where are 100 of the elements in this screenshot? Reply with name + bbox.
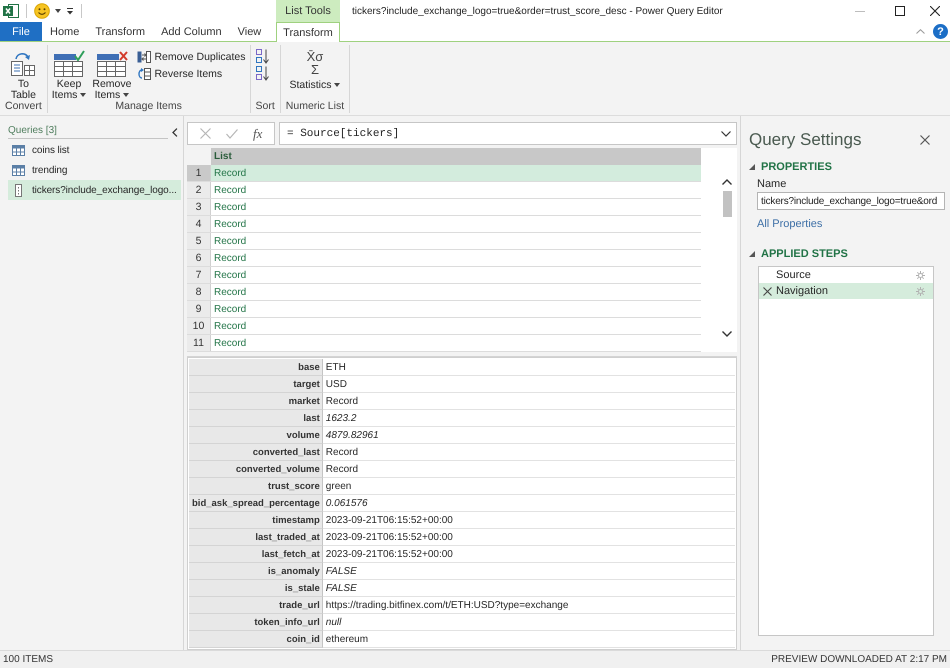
applied-step[interactable]: Source <box>759 267 933 283</box>
queries-heading: Queries [3] <box>8 125 168 139</box>
ribbon-button[interactable]: Reverse Items <box>135 65 248 82</box>
sort-ascending-icon[interactable] <box>256 49 270 64</box>
record-link[interactable]: Record <box>211 182 246 198</box>
field-value: 4879.82961 <box>322 427 735 444</box>
list-row[interactable]: 11 Record <box>187 335 701 352</box>
ribbon-tab[interactable]: Home <box>42 22 88 41</box>
customize-toolbar-icon[interactable] <box>66 7 74 15</box>
query-item[interactable]: tickers?include_exchange_logo... <box>8 180 181 200</box>
row-number: 2 <box>187 182 211 198</box>
record-link[interactable]: Record <box>211 250 246 266</box>
scroll-down-icon[interactable] <box>722 331 732 337</box>
help-button[interactable]: ? <box>933 24 948 39</box>
collapse-pane-icon[interactable] <box>172 128 178 136</box>
close-icon[interactable] <box>930 6 940 16</box>
field-name: bid_ask_spread_percentage <box>189 495 323 512</box>
list-row[interactable]: 8 Record <box>187 284 701 301</box>
collapse-triangle-icon[interactable] <box>749 251 755 257</box>
ribbon-button[interactable]: X̄σ Σ Statistics <box>282 48 348 91</box>
smiley-icon[interactable] <box>34 3 50 19</box>
preview-status: PREVIEW DOWNLOADED AT 2:17 PM <box>771 654 947 665</box>
ribbon-group-label: Convert <box>4 100 43 113</box>
delete-step-icon[interactable] <box>763 286 772 296</box>
table-icon <box>12 164 25 176</box>
row-number: 10 <box>187 318 211 334</box>
scrollbar-thumb[interactable] <box>722 191 732 217</box>
chevron-down-icon[interactable] <box>721 130 731 136</box>
maximize-icon[interactable] <box>895 6 905 16</box>
collapse-ribbon-icon[interactable] <box>916 29 925 34</box>
field-value: https://trading.bitfinex.com/t/ETH:USD?type=exchange <box>322 597 735 614</box>
field-value: 2023-09-21T06:15:52+00:00 <box>322 546 735 563</box>
keep-rows-icon <box>53 50 86 78</box>
collapse-triangle-icon[interactable] <box>749 164 755 170</box>
field-value: FALSE <box>322 563 735 580</box>
applied-step[interactable]: Navigation <box>759 283 933 299</box>
list-row[interactable]: 1 Record <box>187 165 701 182</box>
window-title: tickers?include_exchange_logo=true&order=trust_score_desc - Power Query Editor <box>352 4 723 18</box>
name-input[interactable]: tickers?include_exchange_logo=true&ord <box>757 192 945 210</box>
row-number: 4 <box>187 216 211 232</box>
row-number: 11 <box>187 335 211 351</box>
ribbon-button[interactable]: Remove Items <box>90 48 134 101</box>
formula-field[interactable]: = Source[tickers] <box>279 122 737 145</box>
field-name: token_info_url <box>189 614 323 631</box>
spreadsheet-logo-icon[interactable] <box>3 3 19 19</box>
section-heading: PROPERTIES <box>761 161 832 173</box>
list-row[interactable]: 9 Record <box>187 301 701 318</box>
field-value: 2023-09-21T06:15:52+00:00 <box>322 529 735 546</box>
list-row[interactable]: 5 Record <box>187 233 701 250</box>
insert-function-button[interactable]: fx <box>253 126 262 142</box>
field-value: ethereum <box>322 631 735 648</box>
record-link[interactable]: Record <box>211 284 246 300</box>
query-item[interactable]: trending <box>8 160 181 180</box>
ribbon-tab[interactable]: Transform <box>87 22 154 41</box>
row-number: 9 <box>187 301 211 317</box>
all-properties-link[interactable]: All Properties <box>757 218 822 230</box>
record-link[interactable]: Record <box>211 165 246 181</box>
record-link[interactable]: Record <box>211 233 246 249</box>
close-icon[interactable] <box>920 135 930 145</box>
sort-descending-icon[interactable] <box>256 66 270 81</box>
check-icon[interactable] <box>226 128 238 138</box>
field-value: USD <box>322 376 735 393</box>
row-number: 6 <box>187 250 211 266</box>
ribbon-tab[interactable]: Transform <box>276 22 340 42</box>
field-value: null <box>322 614 735 631</box>
list-row[interactable]: 2 Record <box>187 182 701 199</box>
record-link[interactable]: Record <box>211 318 246 334</box>
field-name: base <box>189 359 323 376</box>
field-name: is_stale <box>189 580 323 597</box>
ribbon-button[interactable]: Remove Duplicates <box>135 48 248 65</box>
list-row[interactable]: 6 Record <box>187 250 701 267</box>
list-row[interactable]: 3 Record <box>187 199 701 216</box>
row-number: 1 <box>187 165 211 181</box>
list-row[interactable]: 4 Record <box>187 216 701 233</box>
record-link[interactable]: Record <box>211 267 246 283</box>
list-row[interactable]: 7 Record <box>187 267 701 284</box>
field-name: last <box>189 410 323 427</box>
ribbon-tab[interactable]: File <box>0 22 42 41</box>
field-value: ETH <box>322 359 735 376</box>
field-value: 1623.2 <box>322 410 735 427</box>
scroll-up-icon[interactable] <box>722 179 732 185</box>
record-link[interactable]: Record <box>211 199 246 215</box>
field-value: 2023-09-21T06:15:52+00:00 <box>322 512 735 529</box>
to-table-icon <box>10 51 36 77</box>
field-value: Record <box>322 444 735 461</box>
pane-title: Query Settings <box>749 130 862 150</box>
ribbon-tab[interactable]: View <box>230 22 270 41</box>
record-link[interactable]: Record <box>211 216 246 232</box>
ribbon-button[interactable]: Keep Items <box>50 48 88 101</box>
field-name: coin_id <box>189 631 323 648</box>
query-item[interactable]: coins list <box>8 140 181 160</box>
column-header[interactable]: List <box>211 148 701 165</box>
ribbon-group-label: Manage Items <box>114 100 183 113</box>
list-row[interactable]: 10 Record <box>187 318 701 335</box>
record-link[interactable]: Record <box>211 301 246 317</box>
field-value: Record <box>322 393 735 410</box>
statistics-symbols: X̄σ Σ <box>306 50 324 79</box>
ribbon-tab[interactable]: Add Column <box>153 22 230 41</box>
ribbon-button[interactable]: To Table <box>2 48 45 101</box>
record-link[interactable]: Record <box>211 335 246 351</box>
